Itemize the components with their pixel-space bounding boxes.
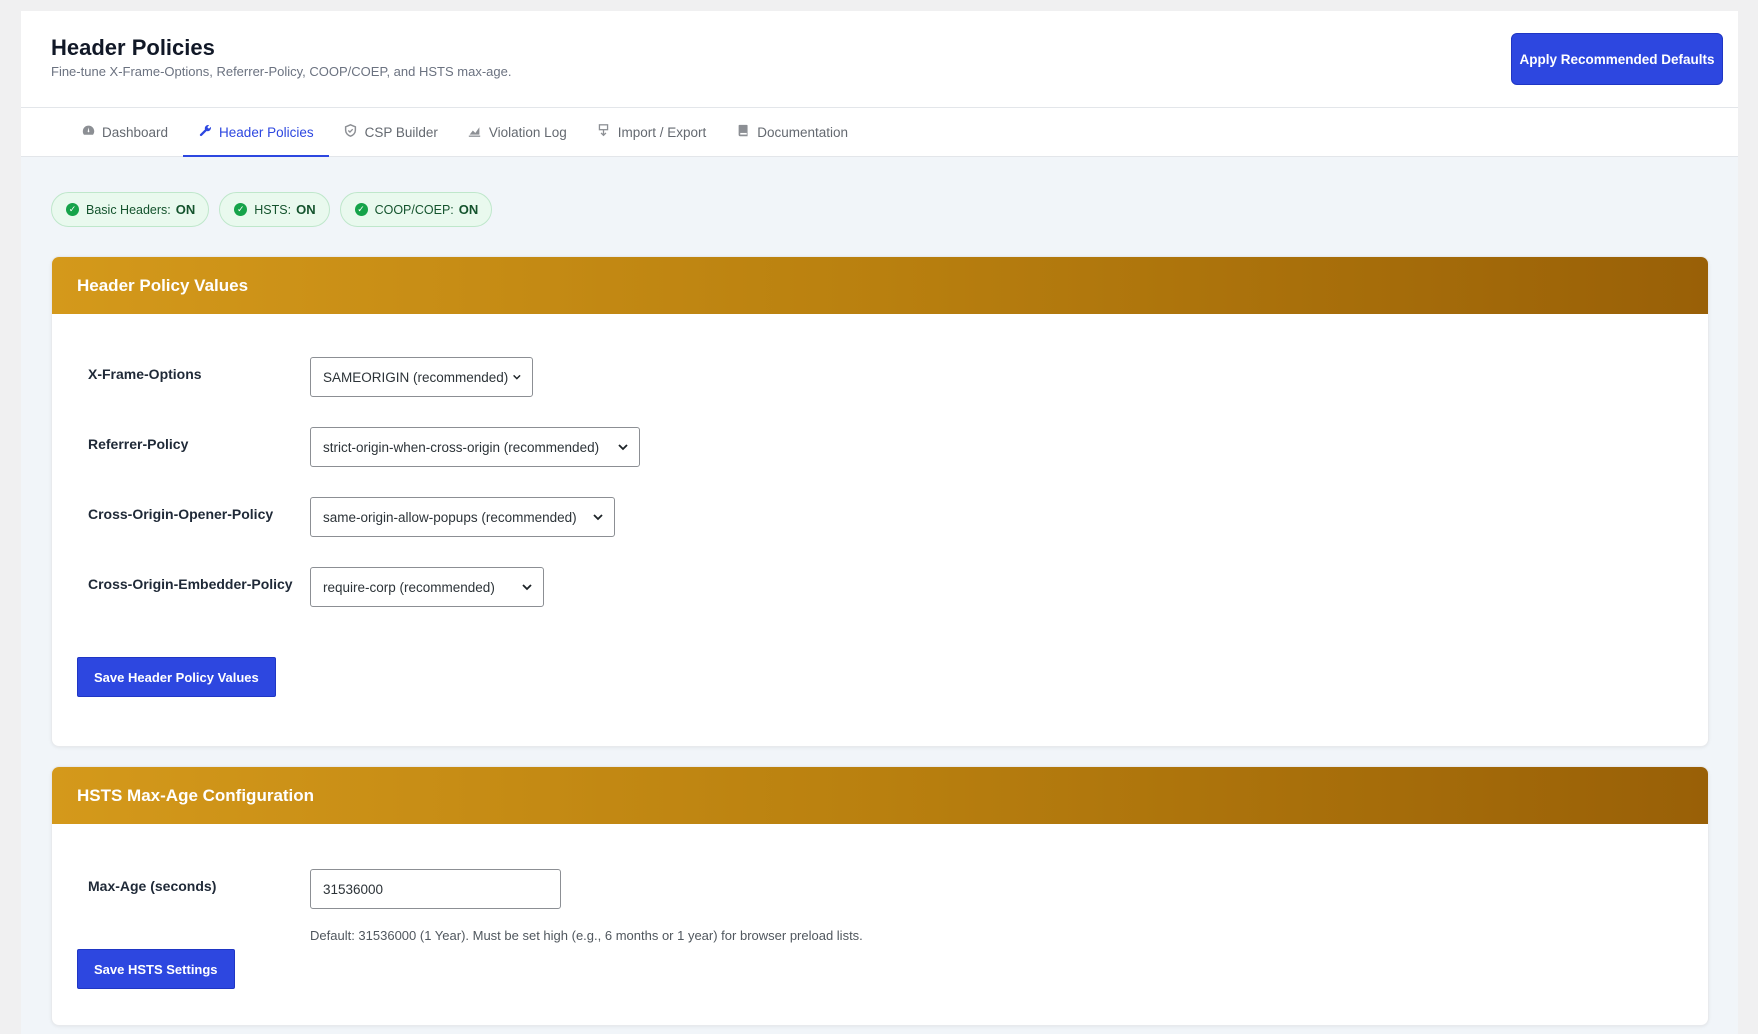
- badge-label: HSTS:: [254, 202, 292, 217]
- tab-violation-log[interactable]: Violation Log: [453, 108, 582, 156]
- form-row-coop: Cross-Origin-Opener-Policy same-origin-a…: [88, 497, 615, 537]
- tab-documentation-label: Documentation: [757, 124, 849, 140]
- save-hsts-settings-button[interactable]: Save HSTS Settings: [77, 949, 235, 989]
- book-icon: [736, 124, 750, 140]
- tab-dashboard[interactable]: Dashboard: [66, 108, 183, 156]
- chevron-down-icon: [593, 514, 603, 521]
- check-circle-icon: ✓: [354, 203, 368, 216]
- form-row-x-frame-options: X-Frame-Options SAMEORIGIN (recommended): [88, 357, 533, 397]
- status-badge-coop-coep: ✓ COOP/COEP: ON: [339, 192, 493, 227]
- field-label: X-Frame-Options: [88, 366, 202, 382]
- apply-recommended-defaults-button[interactable]: Apply Recommended Defaults: [1511, 33, 1723, 85]
- tab-csp-builder[interactable]: CSP Builder: [329, 108, 453, 156]
- header-policy-values-card: Header Policy Values X-Frame-Options SAM…: [51, 256, 1709, 747]
- form-row-referrer-policy: Referrer-Policy strict-origin-when-cross…: [88, 427, 640, 467]
- check-circle-icon: ✓: [66, 203, 79, 216]
- field-label: Max-Age (seconds): [88, 878, 217, 894]
- badge-label: COOP/COEP:: [374, 202, 454, 217]
- referrer-policy-select[interactable]: strict-origin-when-cross-origin (recomme…: [310, 427, 640, 467]
- x-frame-options-select[interactable]: SAMEORIGIN (recommended): [310, 357, 533, 397]
- badge-label: Basic Headers:: [86, 202, 171, 217]
- field-label: Cross-Origin-Opener-Policy: [88, 506, 274, 522]
- field-label: Cross-Origin-Embedder-Policy: [88, 576, 293, 592]
- transfer-icon: [597, 124, 611, 140]
- cross-origin-opener-policy-select[interactable]: same-origin-allow-popups (recommended): [310, 497, 615, 537]
- tab-documentation[interactable]: Documentation: [721, 108, 863, 156]
- badge-state: ON: [296, 202, 316, 217]
- wrench-icon: [198, 124, 212, 140]
- chart-icon: [468, 124, 482, 140]
- cross-origin-embedder-policy-select[interactable]: require-corp (recommended): [310, 567, 544, 607]
- tab-violation-log-label: Violation Log: [488, 124, 567, 140]
- chevron-down-icon: [618, 444, 628, 451]
- select-value: require-corp (recommended): [323, 579, 495, 595]
- hsts-max-age-card: HSTS Max-Age Configuration Max-Age (seco…: [51, 766, 1709, 1026]
- tab-dashboard-label: Dashboard: [102, 124, 169, 140]
- select-value: strict-origin-when-cross-origin (recomme…: [323, 439, 600, 455]
- page-subtitle: Fine-tune X-Frame-Options, Referrer-Poli…: [51, 64, 512, 79]
- status-badge-basic-headers: ✓ Basic Headers: ON: [51, 192, 210, 227]
- tab-header-policies[interactable]: Header Policies: [183, 108, 329, 157]
- select-value: same-origin-allow-popups (recommended): [323, 509, 577, 525]
- chevron-down-icon: [522, 584, 532, 591]
- tab-import-export-label: Import / Export: [617, 124, 707, 140]
- status-badge-hsts: ✓ HSTS: ON: [219, 192, 330, 227]
- badge-state: ON: [458, 202, 479, 217]
- badge-state: ON: [175, 202, 196, 217]
- tab-import-export[interactable]: Import / Export: [582, 108, 722, 156]
- tab-bar: Dashboard Header Policies CSP Builder Vi…: [21, 108, 1738, 157]
- settings-page: Header Policies Fine-tune X-Frame-Option…: [21, 11, 1738, 1034]
- form-row-coep: Cross-Origin-Embedder-Policy require-cor…: [88, 567, 544, 607]
- chevron-down-icon: [513, 374, 521, 380]
- dashboard-icon: [81, 124, 95, 140]
- status-badges: ✓ Basic Headers: ON ✓ HSTS: ON ✓ COOP/CO…: [51, 192, 493, 227]
- save-header-policy-values-button[interactable]: Save Header Policy Values: [77, 657, 276, 697]
- tab-csp-builder-label: CSP Builder: [364, 124, 438, 140]
- card-title: HSTS Max-Age Configuration: [52, 767, 1708, 824]
- form-row-max-age: Max-Age (seconds): [88, 869, 561, 909]
- max-age-input[interactable]: [310, 869, 561, 909]
- card-title: Header Policy Values: [52, 257, 1708, 314]
- shield-icon: [344, 124, 358, 140]
- field-label: Referrer-Policy: [88, 436, 189, 452]
- tab-header-policies-label: Header Policies: [219, 124, 314, 140]
- max-age-help-text: Default: 31536000 (1 Year). Must be set …: [310, 928, 863, 943]
- select-value: SAMEORIGIN (recommended): [323, 369, 509, 385]
- page-header: Header Policies Fine-tune X-Frame-Option…: [21, 11, 1738, 108]
- check-circle-icon: ✓: [234, 203, 248, 216]
- page-title: Header Policies: [51, 35, 215, 60]
